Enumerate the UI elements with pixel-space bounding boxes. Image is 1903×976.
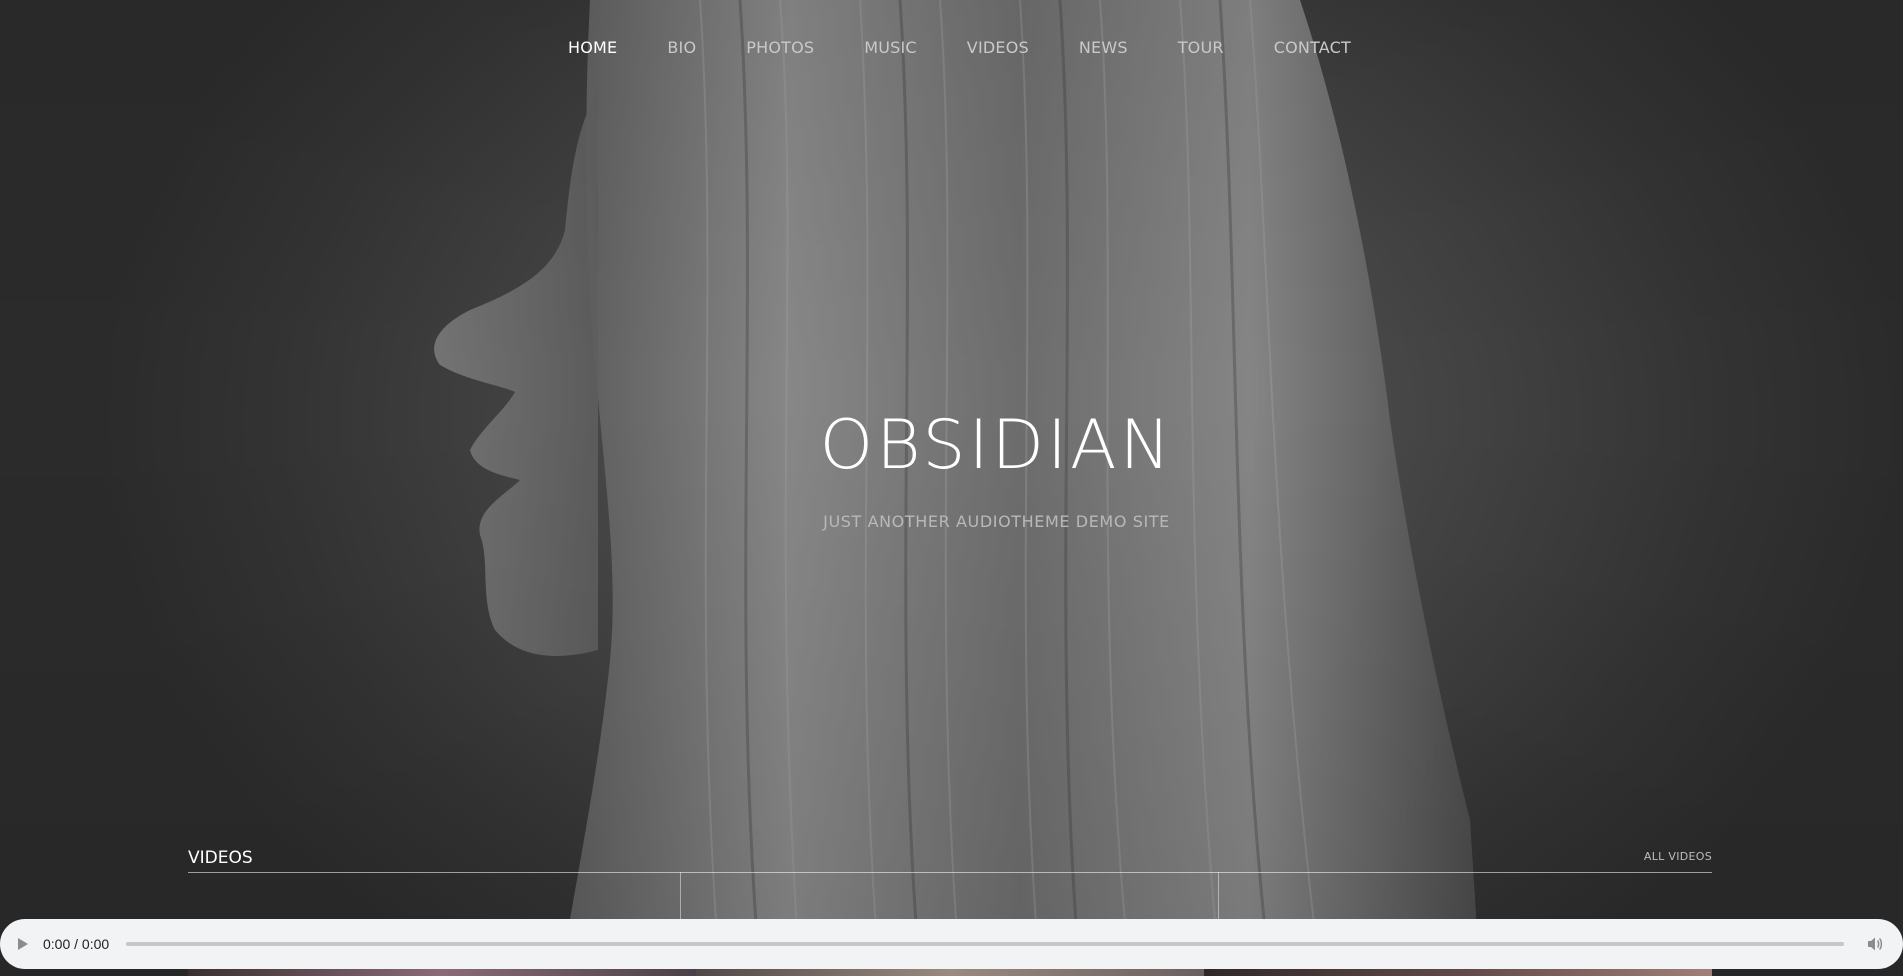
- play-icon[interactable]: [16, 936, 30, 952]
- nav-item-home[interactable]: HOME: [568, 38, 617, 57]
- time-display: 0:00 / 0:00: [43, 936, 110, 952]
- nav-item-news[interactable]: NEWS: [1079, 38, 1128, 57]
- nav-item-photos[interactable]: PHOTOS: [746, 38, 814, 57]
- nav-menu: HOME BIO PHOTOS MUSIC VIDEOS NEWS TOUR C…: [568, 38, 1401, 57]
- video-thumbnails: [188, 968, 1712, 976]
- hero-overlay: [0, 0, 1903, 976]
- hero-background: [0, 0, 1903, 976]
- nav-item-contact[interactable]: CONTACT: [1274, 38, 1351, 57]
- video-thumbnail[interactable]: [696, 968, 1204, 976]
- site-title: OBSIDIAN: [819, 406, 1174, 485]
- site-tagline: JUST ANOTHER AUDIOTHEME DEMO SITE: [823, 512, 1170, 531]
- audio-player: 0:00 / 0:00: [0, 919, 1903, 969]
- all-videos-link[interactable]: ALL VIDEOS: [1644, 850, 1712, 863]
- nav-item-bio[interactable]: BIO: [667, 38, 696, 57]
- video-thumbnail[interactable]: [1204, 968, 1712, 976]
- videos-header: VIDEOS ALL VIDEOS: [188, 848, 1712, 873]
- video-thumbnail[interactable]: [188, 968, 696, 976]
- nav-item-videos[interactable]: VIDEOS: [967, 38, 1029, 57]
- nav-item-tour[interactable]: TOUR: [1178, 38, 1224, 57]
- progress-bar[interactable]: [126, 942, 1844, 946]
- videos-heading: VIDEOS: [188, 848, 253, 868]
- volume-icon[interactable]: [1866, 935, 1884, 953]
- nav-item-music[interactable]: MUSIC: [864, 38, 917, 57]
